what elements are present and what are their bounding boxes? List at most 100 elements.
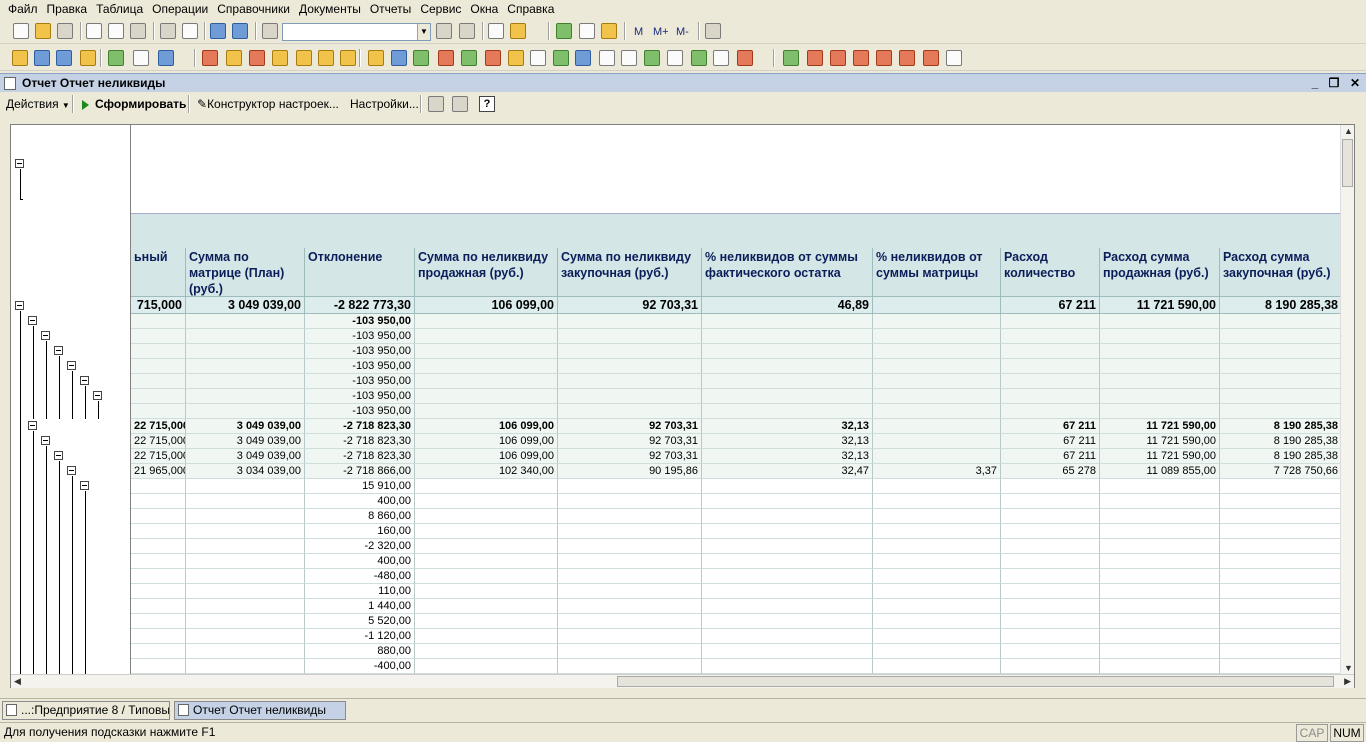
calendar-icon[interactable] <box>579 23 595 39</box>
actions-menu[interactable]: Действия ▼ <box>6 96 70 113</box>
task-enterprise[interactable]: ...:Предприятие 8 / Типовы... <box>2 701 170 720</box>
restore-icon[interactable]: ❐ <box>1326 76 1342 90</box>
new-document-icon[interactable] <box>13 23 29 39</box>
object-toolbar-icon[interactable] <box>530 50 546 66</box>
help-context-icon[interactable] <box>510 23 526 39</box>
collapse-node-icon[interactable] <box>54 346 63 355</box>
collapse-node-icon[interactable] <box>41 331 50 340</box>
find-prev-icon[interactable] <box>459 23 475 39</box>
object-toolbar-icon[interactable] <box>853 50 869 66</box>
close-icon[interactable]: ✕ <box>1347 76 1363 90</box>
search-combo[interactable]: ▼ <box>282 23 431 41</box>
object-toolbar-icon[interactable] <box>202 50 218 66</box>
vertical-scrollbar[interactable]: ▲ ▼ <box>1340 125 1354 674</box>
object-toolbar-icon[interactable] <box>830 50 846 66</box>
copy-icon[interactable] <box>108 23 124 39</box>
collapse-node-icon[interactable] <box>15 301 24 310</box>
preview-icon[interactable] <box>182 23 198 39</box>
object-toolbar-icon[interactable] <box>438 50 454 66</box>
chevron-down-icon[interactable]: ▼ <box>417 24 430 40</box>
collapse-node-icon[interactable] <box>67 361 76 370</box>
expand-icon[interactable] <box>428 96 444 112</box>
m-button[interactable]: M <box>634 26 643 38</box>
m-plus-button[interactable]: M+ <box>653 26 669 38</box>
object-toolbar-icon[interactable] <box>923 50 939 66</box>
m-minus-button[interactable]: M- <box>676 26 689 38</box>
cut-icon[interactable] <box>86 23 102 39</box>
horizontal-scrollbar[interactable]: ◀ ▶ <box>11 674 1354 688</box>
open-icon[interactable] <box>35 23 51 39</box>
object-toolbar-icon[interactable] <box>272 50 288 66</box>
object-toolbar-icon[interactable] <box>12 50 28 66</box>
object-toolbar-icon[interactable] <box>461 50 477 66</box>
menu-item-5[interactable]: Документы <box>299 2 361 16</box>
collapse-node-icon[interactable] <box>28 316 37 325</box>
settings-button[interactable]: Настройки... <box>350 96 419 113</box>
find-icon[interactable] <box>262 23 278 39</box>
paste-icon[interactable] <box>130 23 146 39</box>
vertical-scroll-thumb[interactable] <box>1342 139 1353 187</box>
horizontal-scroll-thumb[interactable] <box>617 676 1334 687</box>
object-toolbar-icon[interactable] <box>691 50 707 66</box>
object-toolbar-icon[interactable] <box>644 50 660 66</box>
collapse-node-icon[interactable] <box>54 451 63 460</box>
menu-item-9[interactable]: Справка <box>507 2 554 16</box>
object-toolbar-icon[interactable] <box>368 50 384 66</box>
form-report-button[interactable]: Сформировать <box>82 96 186 113</box>
menu-item-7[interactable]: Сервис <box>420 2 461 16</box>
menu-item-1[interactable]: Правка <box>47 2 88 16</box>
object-toolbar-icon[interactable] <box>899 50 915 66</box>
save-icon[interactable] <box>57 23 73 39</box>
task-report[interactable]: Отчет Отчет неликвиды <box>174 701 346 720</box>
collapse-icon[interactable] <box>452 96 468 112</box>
window-list-icon[interactable] <box>488 23 504 39</box>
object-toolbar-icon[interactable] <box>946 50 962 66</box>
constructor-button[interactable]: ✎Конструктор настроек... <box>197 96 339 113</box>
collapse-node-icon[interactable] <box>28 421 37 430</box>
object-toolbar-icon[interactable] <box>713 50 729 66</box>
object-toolbar-icon[interactable] <box>226 50 242 66</box>
collapse-node-icon[interactable] <box>80 481 89 490</box>
object-toolbar-icon[interactable] <box>599 50 615 66</box>
print-icon[interactable] <box>160 23 176 39</box>
menu-item-3[interactable]: Операции <box>152 2 208 16</box>
menu-item-0[interactable]: Файл <box>8 2 38 16</box>
notes-icon[interactable] <box>601 23 617 39</box>
find-next-icon[interactable] <box>436 23 452 39</box>
collapse-node-icon[interactable] <box>93 391 102 400</box>
object-toolbar-icon[interactable] <box>783 50 799 66</box>
help-button[interactable]: ? <box>479 96 495 112</box>
collapse-node-icon[interactable] <box>41 436 50 445</box>
object-toolbar-icon[interactable] <box>553 50 569 66</box>
object-toolbar-icon[interactable] <box>413 50 429 66</box>
menu-item-4[interactable]: Справочники <box>217 2 290 16</box>
object-toolbar-icon[interactable] <box>56 50 72 66</box>
menu-item-2[interactable]: Таблица <box>96 2 143 16</box>
object-toolbar-icon[interactable] <box>80 50 96 66</box>
calculator-icon[interactable] <box>556 23 572 39</box>
object-toolbar-icon[interactable] <box>158 50 174 66</box>
object-toolbar-icon[interactable] <box>391 50 407 66</box>
object-toolbar-icon[interactable] <box>485 50 501 66</box>
object-toolbar-icon[interactable] <box>108 50 124 66</box>
object-toolbar-icon[interactable] <box>318 50 334 66</box>
object-toolbar-icon[interactable] <box>876 50 892 66</box>
undo-icon[interactable] <box>210 23 226 39</box>
object-toolbar-icon[interactable] <box>133 50 149 66</box>
object-toolbar-icon[interactable] <box>34 50 50 66</box>
object-toolbar-icon[interactable] <box>508 50 524 66</box>
object-toolbar-icon[interactable] <box>737 50 753 66</box>
collapse-node-icon[interactable] <box>67 466 76 475</box>
object-toolbar-icon[interactable] <box>807 50 823 66</box>
collapse-node-icon[interactable] <box>15 159 24 168</box>
object-toolbar-icon[interactable] <box>296 50 312 66</box>
menu-item-8[interactable]: Окна <box>470 2 498 16</box>
redo-icon[interactable] <box>232 23 248 39</box>
collapse-node-icon[interactable] <box>80 376 89 385</box>
tools-icon[interactable] <box>705 23 721 39</box>
object-toolbar-icon[interactable] <box>621 50 637 66</box>
minimize-icon[interactable]: _ <box>1307 76 1323 90</box>
object-toolbar-icon[interactable] <box>340 50 356 66</box>
object-toolbar-icon[interactable] <box>667 50 683 66</box>
object-toolbar-icon[interactable] <box>575 50 591 66</box>
